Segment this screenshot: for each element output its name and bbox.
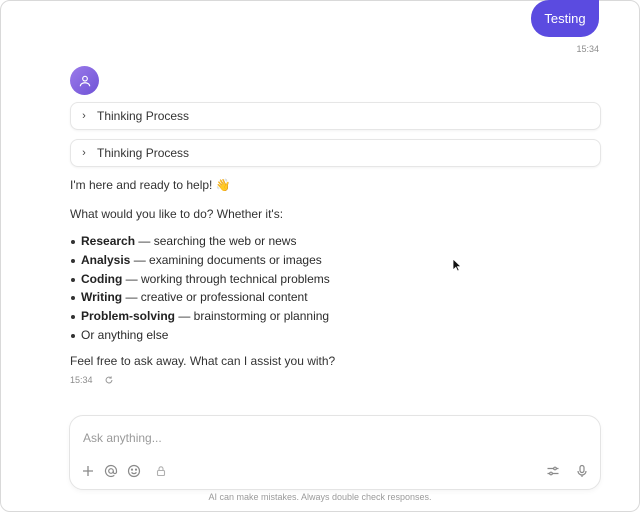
chevron-right-icon: › [82, 147, 86, 159]
option-desc: Or anything else [81, 327, 169, 342]
option-title: Coding [81, 271, 123, 286]
assistant-message-time: 15:34 [70, 375, 93, 385]
list-item: Analysis — examining documents or images [70, 251, 330, 270]
assistant-closing: Feel free to ask away. What can I assist… [70, 354, 336, 368]
user-message-bubble: Testing [531, 0, 599, 37]
thinking-process-toggle[interactable]: › Thinking Process [70, 139, 601, 167]
at-icon[interactable] [104, 464, 118, 478]
list-item: Writing — creative or professional conte… [70, 288, 330, 307]
assistant-avatar [70, 66, 99, 95]
message-input[interactable] [81, 428, 565, 448]
user-icon [79, 75, 90, 86]
option-title: Research [81, 234, 136, 248]
assistant-greeting: I'm here and ready to help! 👋 [70, 178, 231, 192]
thinking-process-label: Thinking Process [97, 146, 190, 160]
thinking-process-toggle[interactable]: › Thinking Process [70, 102, 601, 130]
plus-icon[interactable] [81, 464, 95, 478]
chevron-right-icon: › [82, 110, 86, 122]
option-desc: — brainstorming or planning [175, 309, 330, 324]
regenerate-icon[interactable] [104, 375, 114, 385]
options-list: Research — searching the web or news Ana… [70, 232, 330, 345]
option-desc: — searching the web or news [135, 234, 297, 248]
settings-sliders-icon[interactable] [546, 464, 560, 478]
list-item: Problem-solving — brainstorming or plann… [70, 307, 330, 326]
emoji-icon[interactable] [127, 464, 141, 478]
list-item: Or anything else [70, 326, 330, 345]
mouse-pointer-icon [452, 258, 462, 272]
footer-disclaimer: AI can make mistakes. Always double chec… [208, 492, 432, 502]
option-title: Writing [81, 290, 123, 305]
option-desc: — examining documents or images [130, 252, 322, 267]
option-desc: — working through technical problems [122, 271, 330, 286]
option-title: Problem-solving [81, 309, 176, 324]
lock-icon[interactable] [154, 464, 168, 478]
option-desc: — creative or professional content [122, 290, 308, 305]
thinking-process-label: Thinking Process [97, 109, 190, 123]
list-item: Coding — working through technical probl… [70, 270, 330, 289]
list-item: Research — searching the web or news [70, 232, 330, 251]
message-composer [69, 415, 601, 490]
option-title: Analysis [81, 252, 131, 267]
assistant-prompt: What would you like to do? Whether it's: [70, 207, 284, 221]
user-message-time: 15:34 [576, 44, 599, 54]
microphone-icon[interactable] [575, 464, 589, 478]
